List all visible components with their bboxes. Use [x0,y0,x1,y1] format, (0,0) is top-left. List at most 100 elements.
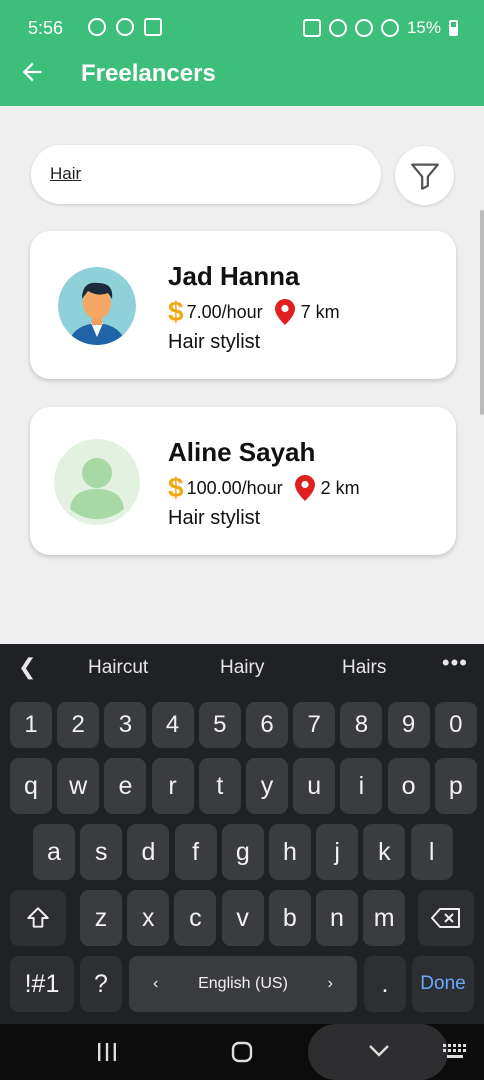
key-q[interactable]: q [10,758,52,814]
key-7[interactable]: 7 [293,702,336,748]
key-6[interactable]: 6 [246,702,288,748]
filter-button[interactable] [395,146,454,205]
chevron-left-icon: ‹ [153,975,159,992]
male-avatar-icon [58,267,136,345]
battery-icon [449,20,458,36]
key-a[interactable]: a [33,824,75,880]
key-p[interactable]: p [434,758,477,814]
key-h[interactable]: h [269,824,311,880]
location-pin-icon [274,299,295,325]
freelancer-meta: $ 7.00/hour 7 km [168,296,340,327]
scrollbar[interactable] [480,210,484,415]
battery-percent: 15% [406,18,441,37]
key-2[interactable]: 2 [57,702,100,748]
key-x[interactable]: x [127,890,170,946]
key-y[interactable]: y [246,758,288,814]
sync-notification-icon [116,18,134,36]
status-bar: 5:56 15% [0,0,484,56]
question-key[interactable]: ? [80,956,122,1012]
home-icon[interactable] [231,1041,253,1063]
suggestion-item[interactable]: Hairs [342,657,386,679]
key-4[interactable]: 4 [151,702,194,748]
key-c[interactable]: c [174,890,217,946]
distance: 7 km [300,301,340,322]
back-arrow-icon[interactable] [16,58,48,90]
soft-keyboard: ❮ Haircut Hairy Hairs ••• 1234567890 qwer… [0,644,484,1024]
key-5[interactable]: 5 [198,702,241,748]
freelancer-name: Aline Sayah [168,437,316,467]
app-notification-icon [88,18,106,36]
key-l[interactable]: l [410,824,453,880]
key-9[interactable]: 9 [387,702,430,748]
shift-key[interactable] [10,890,66,946]
key-b[interactable]: b [268,890,311,946]
symbols-key[interactable]: !#1 [10,956,74,1012]
navigation-bar [0,1024,484,1080]
space-key[interactable]: ‹ English (US) › [129,956,357,1012]
key-z[interactable]: z [80,890,122,946]
dollar-icon: $ [168,472,184,503]
freelancer-card[interactable]: Aline Sayah $ 100.00/hour 2 km Hair styl… [30,407,456,555]
filter-icon [410,163,439,190]
key-j[interactable]: j [316,824,359,880]
suggestion-item[interactable]: Hairy [220,657,264,679]
alarm-icon [328,19,347,37]
app-header: 5:56 15% Freelancers [0,0,484,106]
collapse-chevron-icon[interactable]: ❮ [18,654,36,680]
screenshot-notification-icon [144,18,162,36]
search-input-value: Hair [50,164,82,183]
freelancer-card[interactable]: Jad Hanna $ 7.00/hour 7 km Hair stylist [30,231,456,379]
backspace-key[interactable] [418,890,474,946]
recent-apps-icon[interactable] [96,1042,118,1062]
key-i[interactable]: i [340,758,383,814]
hide-keyboard-chevron-icon[interactable] [368,1044,390,1058]
app-bar: Freelancers [0,56,484,106]
status-time: 5:56 [28,18,64,38]
key-f[interactable]: f [174,824,217,880]
location-pin-icon [294,475,315,501]
wifi-icon [380,19,399,37]
system-icons: 15% [302,18,458,38]
shift-icon [27,907,49,928]
key-w[interactable]: w [57,758,100,814]
dollar-icon: $ [168,296,184,327]
backspace-icon [431,908,460,928]
key-1[interactable]: 1 [10,702,52,748]
search-input[interactable]: Hair [31,145,381,204]
hourly-rate: 7.00/hour [186,301,263,322]
chevron-right-icon: › [327,975,333,992]
key-k[interactable]: k [363,824,406,880]
key-d[interactable]: d [127,824,170,880]
more-options-icon[interactable]: ••• [442,650,468,676]
period-key[interactable]: . [364,956,406,1012]
key-r[interactable]: r [151,758,194,814]
key-0[interactable]: 0 [434,702,477,748]
key-n[interactable]: n [316,890,358,946]
suggestion-item[interactable]: Haircut [88,657,148,679]
page-title: Freelancers [81,60,216,87]
notification-icons [88,18,162,36]
key-8[interactable]: 8 [340,702,383,748]
key-o[interactable]: o [387,758,430,814]
key-m[interactable]: m [363,890,406,946]
lock-icon [302,19,321,37]
key-3[interactable]: 3 [104,702,147,748]
mute-icon [354,19,373,37]
hourly-rate: 100.00/hour [186,477,283,498]
key-s[interactable]: s [80,824,123,880]
key-t[interactable]: t [198,758,241,814]
key-v[interactable]: v [221,890,264,946]
freelancer-role: Hair stylist [168,331,261,353]
key-g[interactable]: g [221,824,264,880]
default-user-avatar-icon [54,439,140,525]
freelancer-meta: $ 100.00/hour 2 km [168,472,360,503]
freelancer-role: Hair stylist [168,507,261,529]
distance: 2 km [320,477,360,498]
done-key[interactable]: Done [412,956,474,1012]
suggestion-bar: ❮ Haircut Hairy Hairs ••• [0,644,484,692]
space-key-label: English (US) [198,975,288,992]
keyboard-switch-icon[interactable] [443,1044,467,1060]
key-u[interactable]: u [293,758,336,814]
freelancer-name: Jad Hanna [168,261,300,291]
key-e[interactable]: e [104,758,147,814]
